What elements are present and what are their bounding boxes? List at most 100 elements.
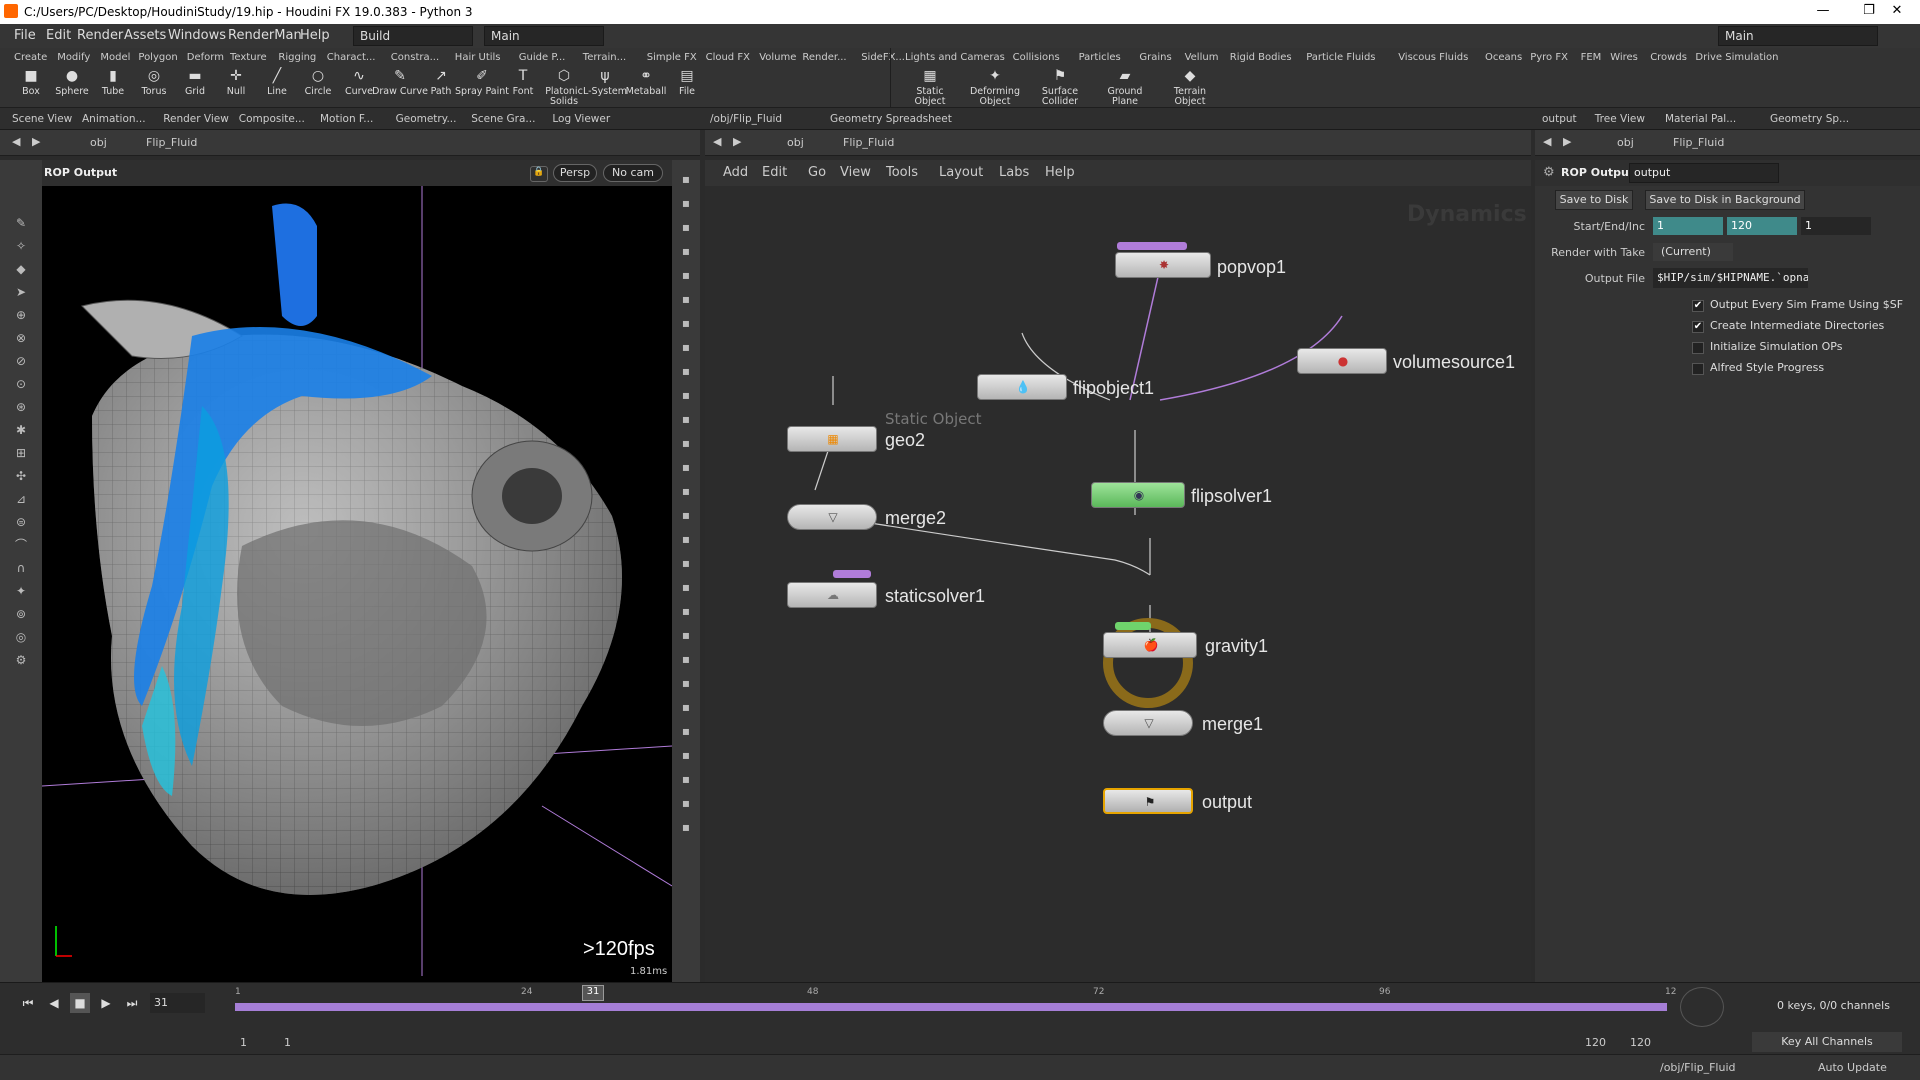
checkbox-alfred-style-progress[interactable] (1692, 363, 1704, 375)
display-option-icon[interactable]: ▪ (677, 506, 695, 524)
shelf-tab-rigid-bodies[interactable]: Rigid Bodies (1230, 52, 1292, 63)
stop-icon[interactable]: ■ (70, 993, 90, 1013)
display-option-icon[interactable]: ▪ (677, 194, 695, 212)
display-option-icon[interactable]: ▪ (677, 650, 695, 668)
tool-static-object[interactable]: ▦ Static Object (900, 68, 960, 107)
network-menu-layout[interactable]: Layout (939, 165, 983, 180)
tab-scene-view[interactable]: Scene View (12, 113, 72, 125)
back-arrow-icon[interactable]: ◀ (12, 135, 20, 148)
shelf-tab-lights-and-cameras[interactable]: Lights and Cameras (905, 52, 1005, 63)
menu-file[interactable]: File (14, 28, 36, 43)
shelf-tab-terrain[interactable]: Terrain... (583, 52, 626, 63)
shelf-tab-collisions[interactable]: Collisions (1013, 52, 1060, 63)
popvop1-node[interactable]: ✸ (1115, 252, 1211, 278)
checkbox-create-intermediate-directories[interactable]: ✔ (1692, 321, 1704, 333)
tool-deforming-object[interactable]: ✦ Deforming Object (965, 68, 1025, 107)
rotate-icon[interactable]: ⌒ (12, 536, 30, 554)
display-option-icon[interactable]: ▪ (677, 530, 695, 548)
shelf-tab-create[interactable]: Create (14, 52, 47, 63)
tab-animation[interactable]: Animation... (82, 113, 146, 125)
display-option-icon[interactable]: ▪ (677, 266, 695, 284)
save-to-disk-button[interactable]: Save to Disk (1555, 190, 1633, 210)
path-root[interactable]: obj (1617, 136, 1634, 149)
menu-help[interactable]: Help (300, 28, 330, 43)
geo2-node[interactable]: ▦ (787, 426, 877, 452)
forward-arrow-icon[interactable]: ▶ (32, 135, 40, 148)
display-option-icon[interactable]: ▪ (677, 218, 695, 236)
timeline-bar[interactable]: 1 24 48 72 96 12 31 (235, 985, 1676, 1027)
display-option-icon[interactable]: ▪ (677, 554, 695, 572)
path-root[interactable]: obj (787, 136, 804, 149)
take-select[interactable]: (Current) (1653, 243, 1733, 261)
node-name-field[interactable]: output (1629, 163, 1779, 183)
magnet-icon[interactable]: ⊿ (12, 490, 30, 508)
snap-icon[interactable]: ⊗ (12, 329, 30, 347)
tab-material-pal[interactable]: Material Pal... (1665, 113, 1736, 125)
shelf-tab-particles[interactable]: Particles (1079, 52, 1121, 63)
menu-edit[interactable]: Edit (46, 28, 71, 43)
network-menu-go[interactable]: Go (808, 165, 826, 180)
display-option-icon[interactable]: ▪ (677, 698, 695, 716)
display-option-icon[interactable]: ▪ (677, 458, 695, 476)
display-option-icon[interactable]: ▪ (677, 314, 695, 332)
network-menu-view[interactable]: View (840, 165, 871, 180)
play-icon[interactable]: ▶ (96, 993, 116, 1013)
output-node[interactable]: ⚑ (1103, 788, 1193, 814)
network-menu-labs[interactable]: Labs (999, 165, 1029, 180)
range-end-field[interactable]: 120 (1585, 1036, 1606, 1049)
render-region-icon[interactable]: ◎ (12, 628, 30, 646)
light-icon[interactable]: ✱ (12, 421, 30, 439)
network-editor[interactable]: Dynamics ✸ popvop1 💧 flipobject1 ● volum… (705, 160, 1531, 982)
tab-render-view[interactable]: Render View (163, 113, 229, 125)
shelf-tab-grains[interactable]: Grains (1139, 52, 1171, 63)
desktop-main-right-select[interactable]: Main (1718, 26, 1878, 46)
network-menu-edit[interactable]: Edit (762, 165, 787, 180)
range-end2-field[interactable]: 120 (1630, 1036, 1651, 1049)
start-frame-field[interactable]: 1 (1653, 217, 1723, 235)
tab-obj-flip-fluid[interactable]: /obj/Flip_Fluid (710, 113, 782, 125)
scale-icon[interactable]: ⊜ (12, 513, 30, 531)
forward-arrow-icon[interactable]: ▶ (733, 135, 741, 148)
camera-menu[interactable]: No cam (603, 164, 663, 182)
forward-arrow-icon[interactable]: ▶ (1563, 135, 1571, 148)
settings-icon[interactable]: ⚙ (12, 651, 30, 669)
scene-viewport[interactable]: ⚙ ROP Output (0, 160, 700, 982)
shelf-tab-rigging[interactable]: Rigging (278, 52, 316, 63)
camera-icon[interactable]: ✣ (12, 467, 30, 485)
end-frame-field[interactable]: 120 (1727, 217, 1797, 235)
shelf-tab-hair-utils[interactable]: Hair Utils (455, 52, 501, 63)
shelf-tab-charact[interactable]: Charact... (327, 52, 376, 63)
shelf-tab-drive-simulation[interactable]: Drive Simulation (1695, 52, 1778, 63)
tab-composite[interactable]: Composite... (239, 113, 305, 125)
desktop-main-select[interactable]: Main (484, 26, 604, 46)
shelf-tab-polygon[interactable]: Polygon (138, 52, 177, 63)
shelf-tab-vellum[interactable]: Vellum (1185, 52, 1219, 63)
display-option-icon[interactable]: ▪ (677, 818, 695, 836)
network-menu-help[interactable]: Help (1045, 165, 1075, 180)
display-option-icon[interactable]: ▪ (677, 410, 695, 428)
display-option-icon[interactable]: ▪ (677, 170, 695, 188)
lock-camera-icon[interactable]: 🔒 (530, 166, 548, 182)
display-option-icon[interactable]: ▪ (677, 362, 695, 380)
minimize-button[interactable]: — (1800, 0, 1846, 24)
shelf-tab-constra[interactable]: Constra... (391, 52, 439, 63)
display-option-icon[interactable]: ▪ (677, 482, 695, 500)
checkbox-output-every-sim-frame-using-sf[interactable]: ✔ (1692, 300, 1704, 312)
handle-icon[interactable]: ⊘ (12, 352, 30, 370)
tab-geometry-sp[interactable]: Geometry Sp... (1770, 113, 1849, 125)
tab-geometry[interactable]: Geometry... (396, 113, 457, 125)
display-option-icon[interactable]: ▪ (677, 290, 695, 308)
shelf-tab-model[interactable]: Model (100, 52, 130, 63)
shelf-tab-texture[interactable]: Texture (230, 52, 267, 63)
current-frame-field[interactable]: 31 (150, 993, 205, 1013)
sculpt-icon[interactable]: ✧ (12, 237, 30, 255)
shelf-tab-pyro-fx[interactable]: Pyro FX (1530, 52, 1568, 63)
shelf-tab-fem[interactable]: FEM (1581, 52, 1602, 63)
increment-field[interactable]: 1 (1801, 217, 1871, 235)
merge2-node[interactable]: ▽ (787, 504, 877, 530)
display-option-icon[interactable]: ▪ (677, 434, 695, 452)
paint-icon[interactable]: ◆ (12, 260, 30, 278)
tool-terrain-object[interactable]: ◆ Terrain Object (1160, 68, 1220, 107)
shelf-tab-particle-fluids[interactable]: Particle Fluids (1306, 52, 1375, 63)
go-start-icon[interactable]: ⏮ (18, 993, 38, 1013)
